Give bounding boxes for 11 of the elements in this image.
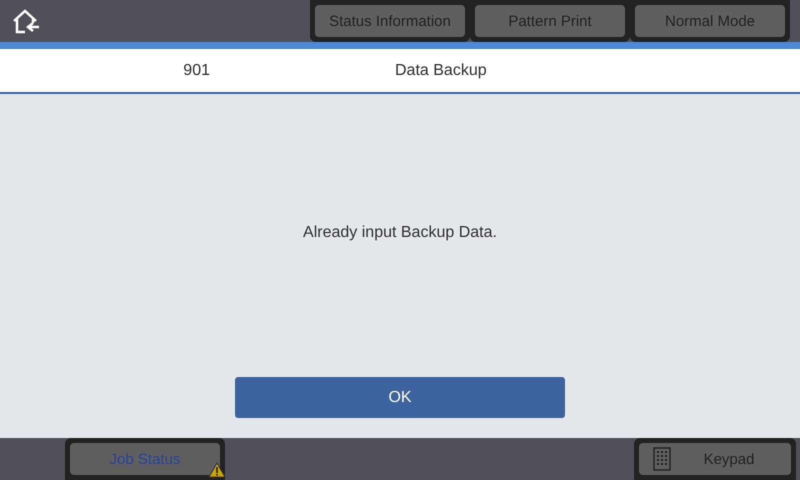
top-button[interactable]: Status Information <box>315 5 465 37</box>
keypad-icon <box>653 447 671 471</box>
screen-title: Data Backup <box>395 62 487 80</box>
keypad-button[interactable]: Keypad <box>639 443 791 475</box>
top-button[interactable]: Normal Mode <box>635 5 785 37</box>
home-icon[interactable] <box>11 8 41 34</box>
job-status-button[interactable]: Job Status <box>70 443 220 475</box>
top-button[interactable]: Pattern Print <box>475 5 625 37</box>
ok-button[interactable]: OK <box>235 377 565 418</box>
message-text: Already input Backup Data. <box>303 224 497 242</box>
screen-code: 901 <box>182 62 210 80</box>
